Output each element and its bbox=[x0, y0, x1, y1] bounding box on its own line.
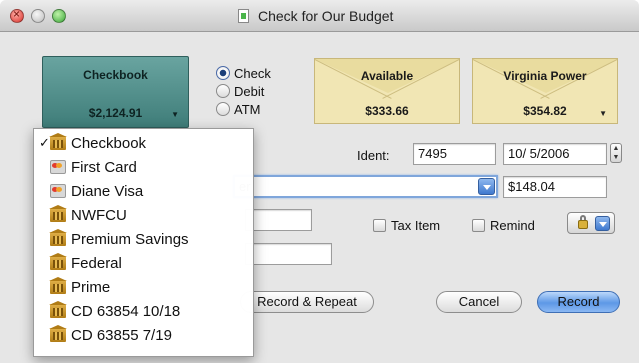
lock-icon-body bbox=[578, 220, 588, 229]
menu-item-label: NWFCU bbox=[71, 206, 127, 224]
envelope-title: Virginia Power bbox=[503, 69, 587, 83]
minimize-window-button[interactable] bbox=[31, 9, 45, 23]
category-field[interactable] bbox=[245, 209, 312, 231]
menu-item-label: CD 63854 10/18 bbox=[71, 302, 181, 320]
payee-dropdown-button[interactable] bbox=[478, 178, 495, 195]
menu-item-label: Federal bbox=[71, 254, 122, 272]
menu-item-label: Checkbook bbox=[71, 134, 147, 152]
date-stepper[interactable]: ▲ ▼ bbox=[610, 143, 622, 163]
bank-icon bbox=[49, 301, 67, 318]
amount-field[interactable]: $148.04 bbox=[503, 176, 607, 198]
tax-item-label: Tax Item bbox=[391, 217, 441, 233]
account-name: Checkbook bbox=[83, 68, 148, 82]
menu-item-label: CD 63855 7/19 bbox=[71, 326, 172, 344]
menu-item-cd-63855[interactable]: CD 63855 7/19 bbox=[34, 323, 253, 347]
radio-debit[interactable]: Debit bbox=[216, 82, 264, 100]
dropdown-arrow-icon bbox=[595, 216, 610, 231]
account-menu: ✓ Checkbook First Card Diane Visa NWFCU … bbox=[33, 128, 254, 357]
menu-item-first-card[interactable]: First Card bbox=[34, 155, 253, 179]
bank-icon bbox=[49, 133, 67, 150]
document-icon bbox=[238, 9, 249, 23]
radio-check-label: Check bbox=[234, 65, 271, 81]
credit-card-icon bbox=[50, 160, 66, 174]
dropdown-arrow-icon: ▼ bbox=[599, 109, 607, 118]
account-selector[interactable]: Checkbook $2,124.91 ▼ bbox=[42, 56, 189, 128]
envelope-amount: $354.82 bbox=[523, 104, 567, 118]
bank-icon bbox=[49, 325, 67, 342]
dropdown-arrow-icon: ▼ bbox=[171, 110, 179, 119]
bank-icon bbox=[49, 205, 67, 222]
radio-debit-label: Debit bbox=[234, 83, 265, 99]
envelope-title: Available bbox=[360, 69, 414, 83]
checkbox-icon[interactable] bbox=[373, 218, 386, 232]
menu-item-premium-savings[interactable]: Premium Savings bbox=[34, 227, 253, 251]
envelope-amount: $333.66 bbox=[365, 104, 409, 118]
stepper-up-icon[interactable]: ▲ bbox=[611, 145, 621, 153]
menu-item-checkbook[interactable]: ✓ Checkbook bbox=[34, 131, 253, 155]
bank-icon bbox=[49, 277, 67, 294]
radio-button-icon[interactable] bbox=[216, 84, 230, 98]
menu-item-federal[interactable]: Federal bbox=[34, 251, 253, 275]
checkbox-icon[interactable] bbox=[472, 218, 485, 232]
window-title: Check for Our Budget bbox=[258, 8, 394, 24]
record-button[interactable]: Record bbox=[537, 291, 620, 313]
radio-atm-label: ATM bbox=[234, 101, 261, 117]
title-bar[interactable]: Check for Our Budget bbox=[0, 0, 639, 32]
memo-field[interactable] bbox=[245, 243, 332, 265]
date-field[interactable]: 10/ 5/2006 bbox=[503, 143, 607, 165]
zoom-window-button[interactable] bbox=[52, 9, 66, 23]
bank-icon bbox=[49, 229, 67, 246]
checkmark-icon: ✓ bbox=[39, 135, 50, 150]
menu-item-label: Premium Savings bbox=[71, 230, 189, 248]
ident-label: Ident: bbox=[357, 148, 390, 163]
radio-atm[interactable]: ATM bbox=[216, 100, 260, 118]
menu-item-cd-63854[interactable]: CD 63854 10/18 bbox=[34, 299, 253, 323]
menu-item-label: First Card bbox=[71, 158, 137, 176]
account-balance: $2,124.91 bbox=[88, 106, 143, 120]
menu-item-label: Diane Visa bbox=[71, 182, 144, 200]
radio-check[interactable]: Check bbox=[216, 64, 271, 82]
payee-field[interactable]: er bbox=[233, 175, 498, 198]
menu-item-nwfcu[interactable]: NWFCU bbox=[34, 203, 253, 227]
remind-checkbox[interactable]: Remind bbox=[472, 217, 535, 233]
radio-button-icon[interactable] bbox=[216, 102, 230, 116]
envelope-available[interactable]: Available $333.66 bbox=[314, 58, 460, 124]
bank-icon bbox=[49, 253, 67, 270]
menu-item-prime[interactable]: Prime bbox=[34, 275, 253, 299]
check-window: Check for Our Budget Checkbook $2,124.91… bbox=[0, 0, 639, 363]
tax-item-checkbox[interactable]: Tax Item bbox=[373, 217, 440, 233]
ident-field[interactable]: 7495 bbox=[413, 143, 496, 165]
menu-item-label: Prime bbox=[71, 278, 111, 296]
cancel-button[interactable]: Cancel bbox=[436, 291, 522, 313]
stepper-down-icon[interactable]: ▼ bbox=[611, 154, 621, 162]
lock-menu-button[interactable] bbox=[567, 212, 615, 234]
remind-label: Remind bbox=[490, 217, 535, 233]
menu-item-diane-visa[interactable]: Diane Visa bbox=[34, 179, 253, 203]
close-window-button[interactable] bbox=[10, 7, 24, 23]
envelope-virginia-power[interactable]: Virginia Power $354.82 ▼ bbox=[472, 58, 618, 124]
record-repeat-button[interactable]: Record & Repeat bbox=[240, 291, 374, 313]
credit-card-icon bbox=[50, 184, 66, 198]
radio-button-icon[interactable] bbox=[216, 66, 230, 80]
